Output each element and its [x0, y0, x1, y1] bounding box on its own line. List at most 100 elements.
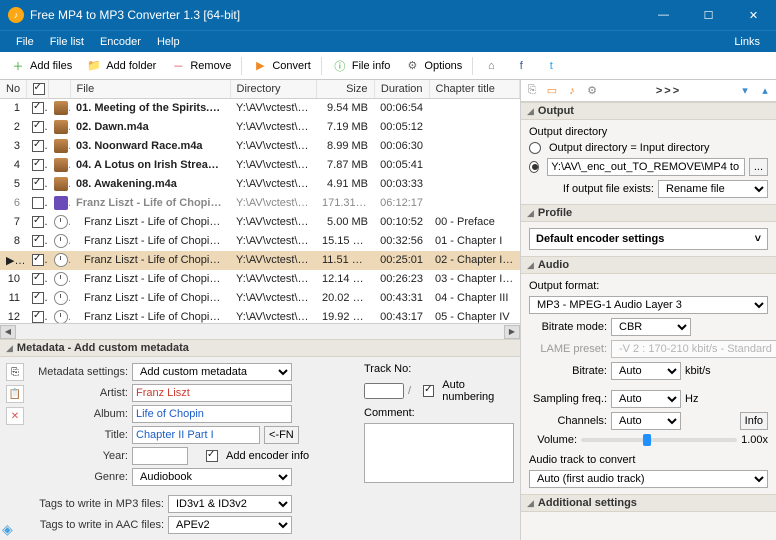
close-button[interactable]: ✕: [731, 0, 776, 30]
track-select[interactable]: Auto (first audio track): [529, 470, 768, 488]
profile-header[interactable]: ◢Profile: [521, 204, 776, 222]
options-button[interactable]: ⚙Options: [398, 55, 468, 77]
gear-icon-right[interactable]: ⚙: [585, 84, 599, 98]
brmode-label: Bitrate mode:: [529, 321, 607, 333]
year-field[interactable]: [132, 447, 188, 465]
menu-links[interactable]: Links: [726, 31, 768, 53]
trackno-field[interactable]: [364, 383, 404, 399]
more-button[interactable]: >>>: [656, 85, 681, 97]
add-encoder-checkbox[interactable]: [206, 450, 218, 462]
col-icon: [48, 80, 70, 99]
browse-button[interactable]: ...: [749, 158, 768, 176]
convert-button[interactable]: ▶Convert: [246, 55, 317, 77]
audio-header[interactable]: ◢Audio: [521, 256, 776, 274]
maximize-button[interactable]: ☐: [686, 0, 731, 30]
copy-button[interactable]: ⎘: [6, 363, 24, 381]
collapse-icon[interactable]: ▴: [758, 84, 772, 98]
album-field[interactable]: [132, 405, 292, 423]
table-row[interactable]: 508. Awakening.m4aY:\AV\vctest\m4a4.91 M…: [0, 175, 520, 194]
col-file[interactable]: File: [70, 80, 230, 99]
row-checkbox[interactable]: [32, 140, 44, 152]
add-files-button[interactable]: ＋Add files: [4, 55, 78, 77]
music-icon[interactable]: ♪: [565, 84, 579, 98]
outdir-field[interactable]: [547, 158, 745, 176]
additional-header[interactable]: ◢Additional settings: [521, 494, 776, 512]
table-row[interactable]: 6Franz Liszt - Life of Chopin.m4bY:\AV\v…: [0, 194, 520, 213]
folder-icon[interactable]: ▭: [545, 84, 559, 98]
row-checkbox[interactable]: [32, 197, 44, 209]
remove-button[interactable]: －Remove: [164, 55, 237, 77]
m4b-icon: [54, 196, 68, 210]
col-dir[interactable]: Directory: [230, 80, 316, 99]
table-row[interactable]: 101. Meeting of the Spirits.m4aY:\AV\vct…: [0, 99, 520, 118]
menu-filelist[interactable]: File list: [42, 31, 92, 53]
row-checkbox[interactable]: [32, 102, 44, 114]
table-row[interactable]: 7Franz Liszt - Life of Chopin.m4bY:\AV\v…: [0, 213, 520, 232]
facebook-button[interactable]: f: [507, 55, 535, 77]
expand-icon[interactable]: ▾: [738, 84, 752, 98]
minimize-button[interactable]: —: [641, 0, 686, 30]
outdir-custom-radio[interactable]: [529, 161, 539, 173]
horizontal-scrollbar[interactable]: ◀▶: [0, 323, 520, 339]
volume-slider[interactable]: [581, 438, 737, 442]
file-grid[interactable]: No File Directory Size Duration Chapter …: [0, 80, 520, 323]
menu-encoder[interactable]: Encoder: [92, 31, 149, 53]
col-dur[interactable]: Duration: [374, 80, 429, 99]
exists-select[interactable]: Rename file: [658, 180, 768, 198]
comment-field[interactable]: [364, 423, 514, 483]
exists-label: If output file exists:: [563, 183, 654, 195]
row-checkbox[interactable]: [32, 159, 44, 171]
output-header[interactable]: ◢Output: [521, 102, 776, 120]
bitrate-select[interactable]: Auto: [611, 362, 681, 380]
outdir-same-radio[interactable]: [529, 142, 541, 154]
twitter-button[interactable]: t: [537, 55, 565, 77]
row-checkbox[interactable]: [32, 273, 44, 285]
title-field[interactable]: [132, 426, 260, 444]
chan-select[interactable]: Auto: [611, 412, 681, 430]
delete-meta-button[interactable]: ✕: [6, 407, 24, 425]
outdir-label: Output directory: [529, 126, 768, 138]
row-checkbox[interactable]: [32, 216, 44, 228]
add-folder-button[interactable]: 📁Add folder: [80, 55, 162, 77]
col-no[interactable]: No: [0, 80, 26, 99]
metadata-header[interactable]: ◢Metadata - Add custom metadata: [0, 339, 520, 357]
row-checkbox[interactable]: [32, 178, 44, 190]
tags-mp3-select[interactable]: ID3v1 & ID3v2: [168, 495, 292, 513]
file-info-button[interactable]: ⓘFile info: [326, 55, 397, 77]
copy-icon[interactable]: ⎘: [525, 84, 539, 98]
comment-label: Comment:: [364, 407, 415, 419]
format-select[interactable]: MP3 - MPEG-1 Audio Layer 3: [529, 296, 768, 314]
col-size[interactable]: Size: [316, 80, 374, 99]
menu-file[interactable]: File: [8, 31, 42, 53]
row-checkbox[interactable]: [32, 311, 44, 323]
table-row[interactable]: 303. Noonward Race.m4aY:\AV\vctest\m4a8.…: [0, 137, 520, 156]
info-button[interactable]: Info: [740, 412, 768, 430]
genre-label: Genre:: [34, 471, 128, 483]
home-button[interactable]: ⌂: [477, 55, 505, 77]
row-checkbox[interactable]: [32, 121, 44, 133]
table-row[interactable]: 12Franz Liszt - Life of Chopin.m4bY:\AV\…: [0, 308, 520, 323]
meta-settings-select[interactable]: Add custom metadata: [132, 363, 292, 381]
table-row[interactable]: 11Franz Liszt - Life of Chopin.m4bY:\AV\…: [0, 289, 520, 308]
row-checkbox[interactable]: [32, 292, 44, 304]
artist-field[interactable]: [132, 384, 292, 402]
samp-select[interactable]: Auto: [611, 390, 681, 408]
profile-select[interactable]: Default encoder settings˅: [529, 228, 768, 250]
genre-select[interactable]: Audiobook: [132, 468, 292, 486]
table-row[interactable]: 404. A Lotus on Irish Streams.m4aY:\AV\v…: [0, 156, 520, 175]
table-row[interactable]: 8Franz Liszt - Life of Chopin.m4bY:\AV\v…: [0, 232, 520, 251]
fn-button[interactable]: <-FN: [264, 426, 299, 444]
row-checkbox[interactable]: [32, 235, 44, 247]
table-row[interactable]: 10Franz Liszt - Life of Chopin.m4bY:\AV\…: [0, 270, 520, 289]
clock-icon: [54, 272, 68, 286]
col-check[interactable]: [26, 80, 48, 99]
brmode-select[interactable]: CBR: [611, 318, 691, 336]
paste-button[interactable]: 📋: [6, 385, 24, 403]
col-chap[interactable]: Chapter title: [429, 80, 520, 99]
autonum-checkbox[interactable]: [423, 385, 434, 397]
menu-help[interactable]: Help: [149, 31, 188, 53]
row-checkbox[interactable]: [32, 254, 44, 266]
table-row[interactable]: 202. Dawn.m4aY:\AV\vctest\m4a7.19 MB00:0…: [0, 118, 520, 137]
tags-aac-select[interactable]: APEv2: [168, 516, 292, 534]
table-row[interactable]: ▶ 9Franz Liszt - Life of Chopin.m4bY:\AV…: [0, 251, 520, 270]
